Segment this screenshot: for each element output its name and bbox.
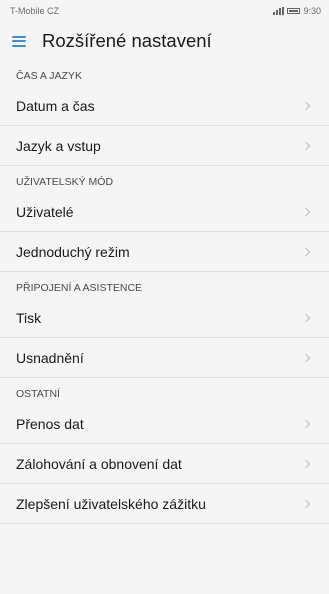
- row-label: Uživatelé: [16, 203, 74, 220]
- row-data-transfer[interactable]: Přenos dat: [0, 404, 329, 444]
- battery-icon: [287, 8, 301, 14]
- chevron-right-icon: [301, 247, 311, 256]
- row-label: Jednoduchý režim: [16, 243, 130, 260]
- clock: 9:30: [303, 6, 321, 16]
- chevron-right-icon: [301, 313, 311, 322]
- row-date-time[interactable]: Datum a čas: [0, 86, 329, 126]
- chevron-right-icon: [301, 141, 311, 150]
- menu-icon[interactable]: [12, 35, 26, 47]
- row-label: Jazyk a vstup: [16, 137, 101, 154]
- settings-list: ČAS A JAZYK Datum a čas Jazyk a vstup UŽ…: [0, 66, 329, 524]
- row-backup-restore[interactable]: Zálohování a obnovení dat: [0, 444, 329, 484]
- chevron-right-icon: [301, 353, 311, 362]
- row-label: Usnadnění: [16, 349, 84, 366]
- section-header-other: OSTATNÍ: [16, 388, 60, 400]
- signal-icon: [273, 7, 285, 15]
- row-accessibility[interactable]: Usnadnění: [0, 338, 329, 378]
- section-header-user-mode: UŽIVATELSKÝ MÓD: [16, 176, 114, 188]
- section-header-time-language: ČAS A JAZYK: [16, 70, 82, 82]
- chevron-right-icon: [301, 207, 311, 216]
- chevron-right-icon: [301, 499, 311, 508]
- row-simple-mode[interactable]: Jednoduchý režim: [0, 232, 329, 272]
- app-bar: Rozšířené nastavení: [0, 22, 329, 60]
- row-label: Tisk: [16, 309, 42, 326]
- row-label: Datum a čas: [16, 97, 95, 114]
- status-icons: 9:30: [273, 6, 321, 16]
- status-bar: T-Mobile CZ 9:30: [0, 0, 329, 22]
- row-users[interactable]: Uživatelé: [0, 192, 329, 232]
- chevron-right-icon: [301, 419, 311, 428]
- row-label: Zálohování a obnovení dat: [16, 455, 182, 472]
- section-header-connection-assistance: PŘIPOJENÍ A ASISTENCE: [16, 282, 143, 294]
- chevron-right-icon: [301, 459, 311, 468]
- page-title: Rozšířené nastavení: [42, 30, 212, 51]
- row-user-experience[interactable]: Zlepšení uživatelského zážitku: [0, 484, 329, 524]
- row-print[interactable]: Tisk: [0, 298, 329, 338]
- row-label: Přenos dat: [16, 415, 84, 432]
- row-language-input[interactable]: Jazyk a vstup: [0, 126, 329, 166]
- carrier-name: T-Mobile CZ: [10, 6, 60, 16]
- row-label: Zlepšení uživatelského zážitku: [16, 495, 206, 512]
- chevron-right-icon: [301, 101, 311, 110]
